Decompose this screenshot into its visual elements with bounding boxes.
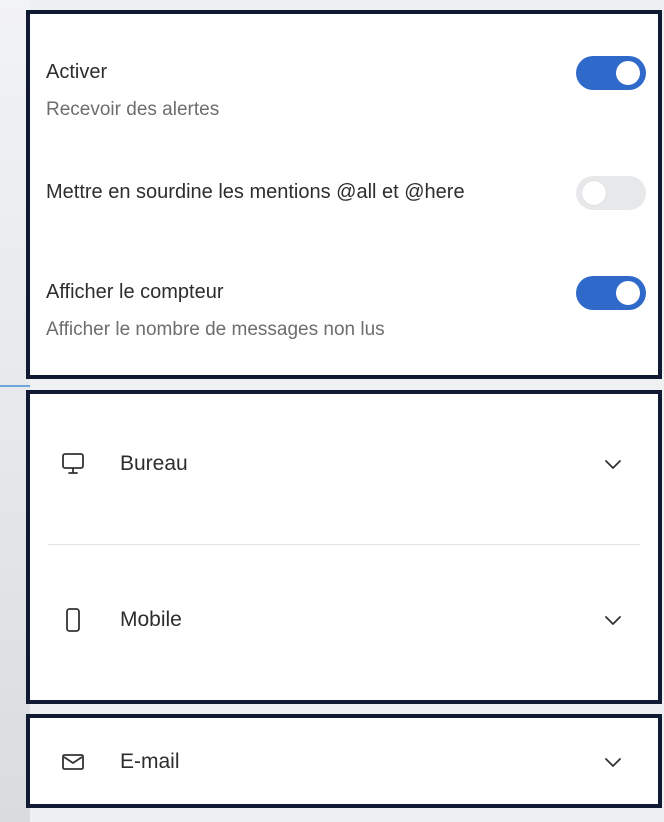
toggle-knob [582, 181, 606, 205]
setting-title: Mettre en sourdine les mentions @all et … [46, 181, 465, 203]
activer-toggle[interactable] [576, 56, 646, 90]
bureau-section-header[interactable]: Bureau [30, 434, 658, 494]
smartphone-icon [60, 608, 86, 632]
chevron-down-icon [602, 610, 624, 630]
setting-afficher-compteur: Afficher le compteur Afficher le nombre … [46, 276, 646, 344]
chevron-down-icon [602, 752, 624, 772]
section-divider [48, 544, 640, 545]
setting-description: Recevoir des alertes [46, 99, 220, 120]
notification-settings-panel: Activer Recevoir des alertes Mettre en s… [26, 10, 662, 379]
toggle-knob [616, 61, 640, 85]
chevron-down-icon [602, 454, 624, 474]
mute-mentions-toggle[interactable] [576, 176, 646, 210]
email-panel: E-mail [26, 714, 662, 808]
setting-description: Afficher le nombre de messages non lus [46, 319, 385, 340]
mobile-label: Mobile [120, 608, 182, 631]
setting-activer: Activer Recevoir des alertes [46, 56, 646, 124]
devices-panel: Bureau Mobile [26, 390, 662, 704]
toggle-knob [616, 281, 640, 305]
setting-title: Activer [46, 61, 108, 83]
email-section-header[interactable]: E-mail [30, 732, 658, 792]
monitor-icon [60, 452, 86, 476]
setting-mute-mentions: Mettre en sourdine les mentions @all et … [46, 176, 646, 210]
setting-title: Afficher le compteur [46, 281, 224, 303]
mobile-section-header[interactable]: Mobile [30, 590, 658, 650]
email-label: E-mail [120, 750, 180, 773]
bureau-label: Bureau [120, 452, 188, 475]
accent-line [0, 385, 30, 387]
envelope-icon [60, 750, 86, 774]
afficher-compteur-toggle[interactable] [576, 276, 646, 310]
